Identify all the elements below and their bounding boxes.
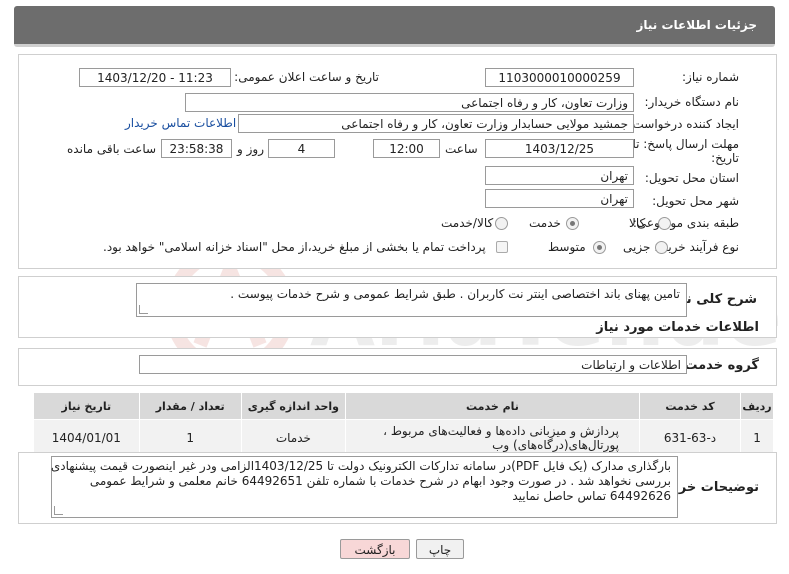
cell-qty: 1 (138, 419, 242, 457)
col-unit-header: واحد اندازه گیری (240, 392, 346, 420)
buyer-org-field: وزارت تعاون، کار و رفاه اجتماعی (185, 93, 634, 112)
city-field: تهران (485, 189, 634, 208)
print-button[interactable]: چاپ (416, 539, 464, 559)
buyer-notes-line3: 64492626 تماس حاصل نمایید (512, 489, 671, 503)
col-name-header: نام خدمت (344, 392, 640, 420)
purchase-minor-label: جزیی (623, 240, 651, 254)
buyer-notes-line2: بررسی نخواهد شد . در صورت وجود ابهام در … (89, 474, 671, 488)
category-goods-service-radio[interactable] (495, 217, 508, 230)
cell-row: 1 (740, 419, 774, 457)
services-section-title: اطلاعات خدمات مورد نیاز (596, 320, 759, 335)
col-date-header: تاریخ نیاز (33, 392, 140, 420)
description-text: تامین پهنای باند اختصاصی اینتر نت کاربرا… (230, 287, 680, 301)
need-number-field: 1103000010000259 (485, 68, 634, 87)
col-qty-header: تعداد / مقدار (138, 392, 242, 420)
category-label: طبقه بندی موضوعی: (632, 216, 739, 230)
col-row-header: ردیف (740, 392, 774, 420)
cell-code: د-63-631 (638, 419, 742, 457)
days-remaining-field: 4 (268, 139, 335, 158)
province-field: تهران (485, 166, 634, 185)
page-header: جزئیات اطلاعات نیاز (14, 6, 775, 47)
creator-field: جمشید مولایی حسابدار وزارت تعاون، کار و … (238, 114, 634, 133)
category-goods-label: کالا (629, 216, 646, 230)
need-number-label: شماره نیاز: (682, 70, 739, 84)
deadline-date-label: تاریخ: (711, 151, 739, 165)
category-service-label: خدمت (529, 216, 561, 230)
services-table: ردیف کد خدمت نام خدمت واحد اندازه گیری ت… (33, 392, 774, 457)
buyer-notes-textarea[interactable]: بارگذاری مدارک (یک فایل PDF)در سامانه تد… (51, 456, 678, 518)
cell-name-line1: پردازش و میزبانی داده‌ها و فعالیت‌های مر… (383, 424, 619, 438)
category-goods-service-label: کالا/خدمت (441, 216, 494, 230)
announce-date-field: 1403/12/20 - 11:23 (79, 68, 231, 87)
deadline-label: مهلت ارسال پاسخ: تا (632, 137, 739, 151)
col-code-header: کد خدمت (638, 392, 742, 420)
deadline-date-field: 1403/12/25 (485, 139, 634, 158)
city-label: شهر محل تحویل: (652, 194, 739, 208)
purchase-medium-radio[interactable] (593, 241, 606, 254)
table-row: 1 د-63-631 پردازش و میزبانی داده‌ها و فع… (33, 419, 774, 457)
back-button[interactable]: بازگشت (340, 539, 410, 559)
service-group-label: گروه خدمت: (679, 358, 759, 373)
cell-unit: خدمات (240, 419, 346, 457)
buyer-org-label: نام دستگاه خریدار: (644, 95, 740, 109)
announce-date-label: تاریخ و ساعت اعلان عمومی: (234, 70, 379, 84)
deadline-time-label: ساعت (445, 142, 478, 156)
category-service-radio[interactable] (566, 217, 579, 230)
table-header-row: ردیف کد خدمت نام خدمت واحد اندازه گیری ت… (33, 392, 774, 420)
creator-label: ایجاد کننده درخواست: (628, 117, 739, 131)
treasury-payment-note: پرداخت تمام یا بخشی از مبلغ خرید،از محل … (103, 240, 486, 254)
buyer-contact-link[interactable]: اطلاعات تماس خریدار (125, 116, 236, 130)
treasury-payment-checkbox[interactable] (496, 241, 508, 253)
resize-handle-icon[interactable] (139, 305, 148, 314)
purchase-medium-label: متوسط (548, 240, 586, 254)
province-label: استان محل تحویل: (644, 171, 739, 185)
resize-handle-icon[interactable] (54, 506, 63, 515)
description-textarea[interactable]: تامین پهنای باند اختصاصی اینتر نت کاربرا… (136, 283, 687, 317)
service-group-field: اطلاعات و ارتباطات (139, 355, 687, 374)
remaining-time-label: ساعت باقی مانده (67, 142, 157, 156)
category-goods-radio[interactable] (658, 217, 671, 230)
cell-name: پردازش و میزبانی داده‌ها و فعالیت‌های مر… (344, 419, 640, 457)
buyer-notes-line1: بارگذاری مدارک (یک فایل PDF)در سامانه تد… (50, 459, 671, 473)
purchase-minor-radio[interactable] (655, 241, 668, 254)
cell-date: 1404/01/01 (33, 419, 140, 457)
cell-name-line2: پورتال‌های(درگاه‌های) وب (492, 438, 619, 452)
deadline-time-field: 12:00 (373, 139, 440, 158)
remaining-time-field: 23:58:38 (161, 139, 232, 158)
page-title: جزئیات اطلاعات نیاز (636, 18, 757, 32)
days-label: روز و (237, 142, 264, 156)
